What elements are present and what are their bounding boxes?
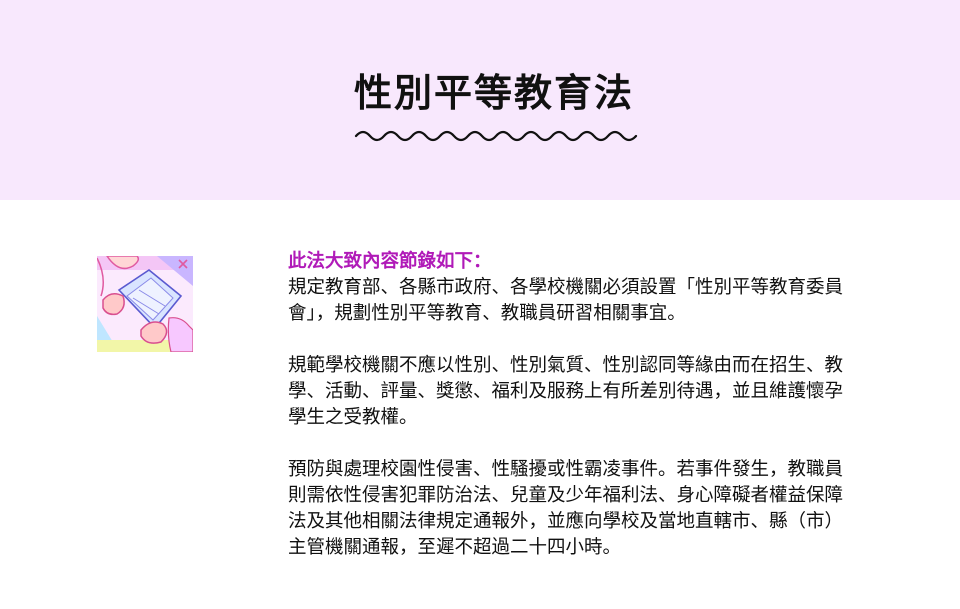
wave-divider — [354, 130, 638, 142]
page-title: 性別平等教育法 — [353, 71, 634, 115]
intro-heading: 此法大致內容節錄如下： — [288, 251, 492, 272]
reading-book-illustration — [97, 256, 193, 352]
header-band: 性別平等教育法 — [0, 0, 960, 200]
paragraph-prevention: 預防與處理校園性侵害、性騷擾或性霸凌事件。若事件發生，教職員則需依性侵害犯罪防治… — [288, 459, 844, 558]
content: 此法大致內容節錄如下： 規定教育部、各縣市政府、各學校機關必須設置「性別平等教育… — [288, 249, 848, 587]
paragraph-equal-treatment: 規範學校機關不應以性別、性別氣質、性別認同等緣由而在招生、教學、活動、評量、獎懲… — [288, 355, 844, 428]
paragraph-committee: 規定教育部、各縣市政府、各學校機關必須設置「性別平等教育委員會」，規劃性別平等教… — [288, 277, 844, 324]
